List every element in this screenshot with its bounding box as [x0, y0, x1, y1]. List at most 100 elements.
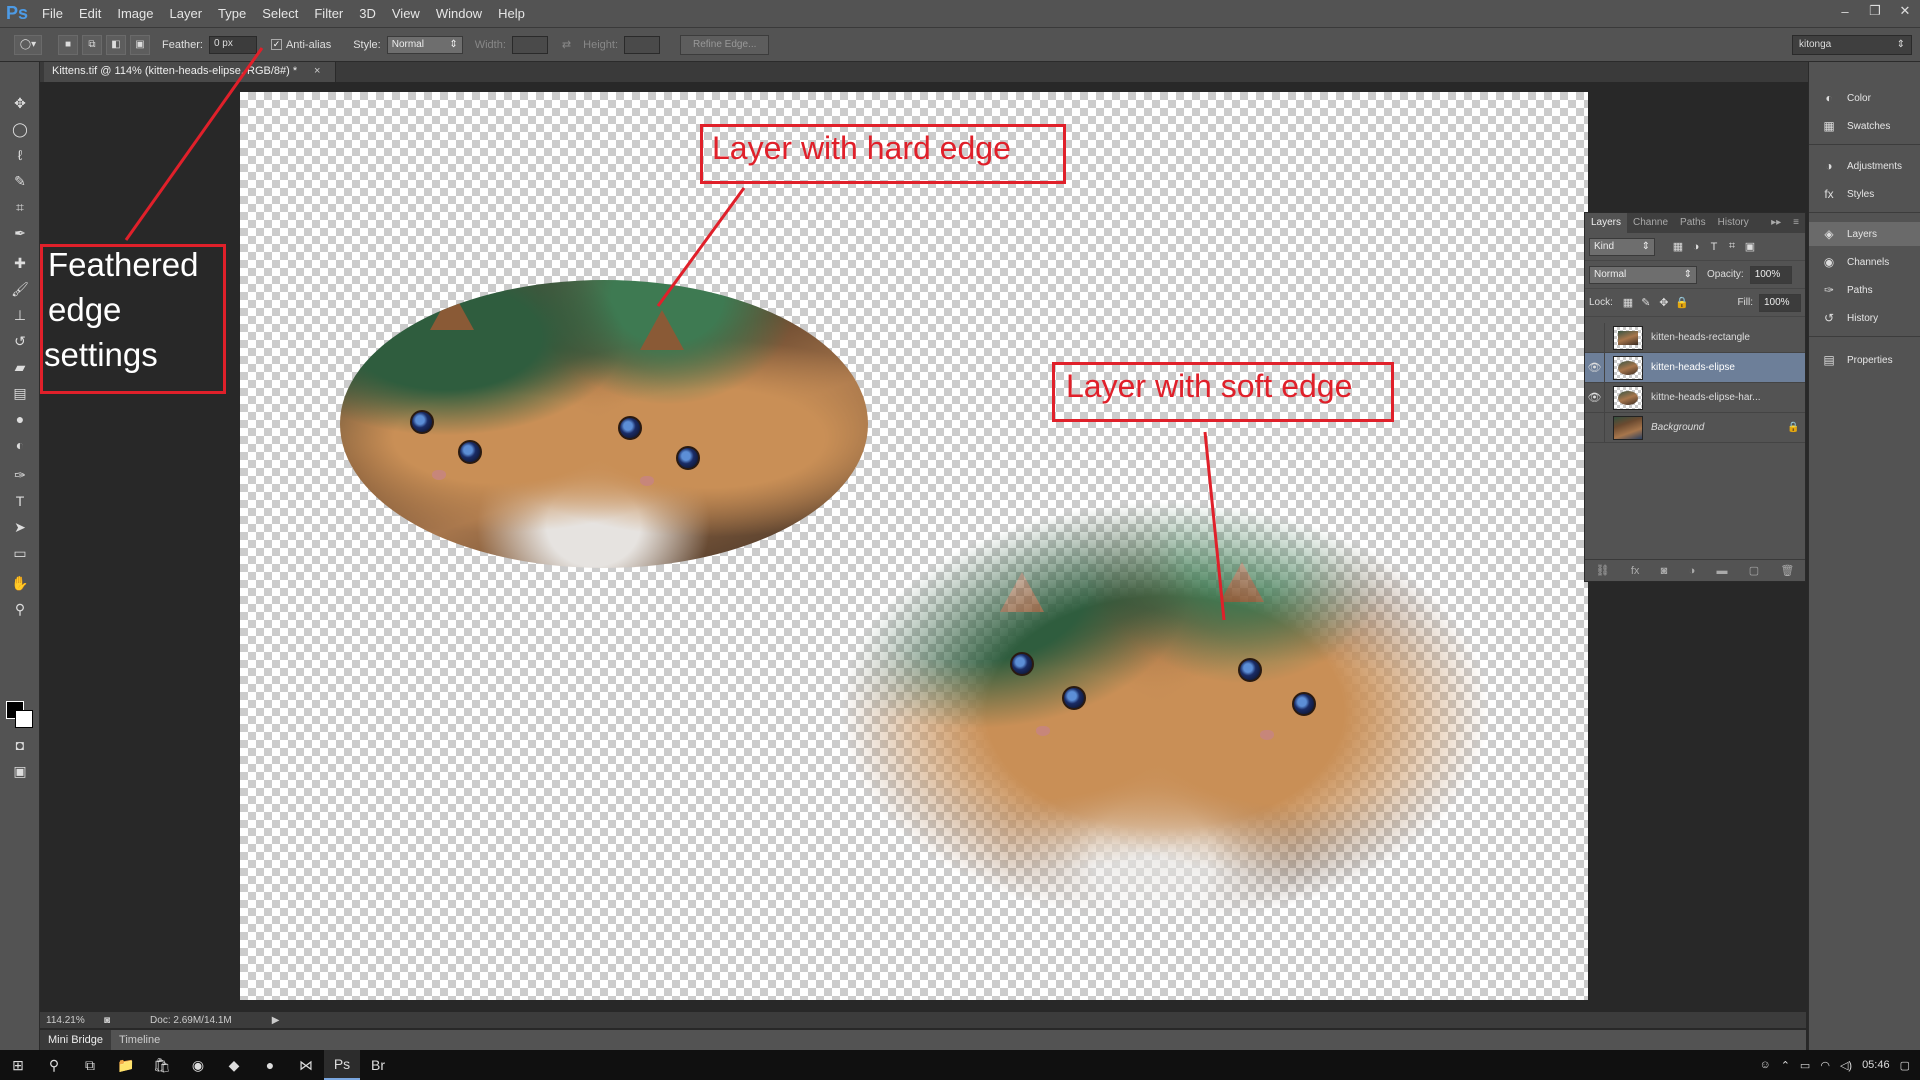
refine-edge-button[interactable]: Refine Edge... [680, 34, 770, 55]
layer-mask-icon[interactable]: ◙ [1661, 565, 1668, 577]
lock-transparency-icon[interactable]: ▦ [1619, 294, 1637, 312]
tab-layers[interactable]: Layers [1585, 213, 1628, 233]
adjustment-layer-icon[interactable]: ◑ [1689, 565, 1696, 577]
dock-layers[interactable]: ◈ Layers [1809, 222, 1920, 246]
type-filter-icon[interactable]: T [1705, 238, 1723, 256]
layer-row[interactable]: 👁 kitten-heads-elipse [1585, 352, 1805, 383]
chrome-icon[interactable]: ◉ [180, 1050, 216, 1080]
clock[interactable]: 05:46 [1862, 1059, 1890, 1071]
eraser-tool-icon[interactable]: ▰ [9, 356, 31, 378]
menu-filter[interactable]: Filter [306, 0, 351, 28]
tab-timeline[interactable]: Timeline [111, 1030, 168, 1050]
dock-paths[interactable]: ✑ Paths [1809, 278, 1920, 302]
brush-tool-icon[interactable]: 🖌 [9, 278, 31, 300]
close-window-button[interactable]: ✕ [1890, 0, 1920, 22]
blur-tool-icon[interactable]: ● [9, 408, 31, 430]
menu-edit[interactable]: Edit [71, 0, 109, 28]
opacity-input[interactable]: 100% [1749, 265, 1792, 284]
pixel-filter-icon[interactable]: ▦ [1669, 238, 1687, 256]
new-group-icon[interactable]: ▬ [1716, 565, 1727, 577]
dock-color[interactable]: ◐ Color [1809, 86, 1920, 110]
dock-styles[interactable]: fx Styles [1809, 182, 1920, 206]
intersect-selection-icon[interactable]: ▣ [130, 34, 150, 55]
show-hidden-icons-icon[interactable]: ⌃ [1781, 1059, 1790, 1072]
style-select[interactable]: Normal ⇕ [386, 35, 463, 54]
panel-collapse-icon[interactable]: ▸▸ [1765, 213, 1787, 233]
store-icon[interactable]: 🛍 [144, 1050, 180, 1080]
search-icon[interactable]: ⚲ [36, 1050, 72, 1080]
crop-tool-icon[interactable]: ⌗ [9, 196, 31, 218]
wifi-icon[interactable]: ◠ [1820, 1059, 1830, 1072]
workspace-select[interactable]: kitonga ⇕ [1792, 35, 1912, 55]
new-layer-icon[interactable]: ▢ [1749, 564, 1759, 577]
dock-history[interactable]: ↺ History [1809, 306, 1920, 330]
eyedropper-tool-icon[interactable]: ✒ [9, 222, 31, 244]
zoom-tool-icon[interactable]: ⚲ [9, 598, 31, 620]
tab-history[interactable]: History [1712, 213, 1755, 233]
add-selection-icon[interactable]: ⧉ [82, 34, 102, 55]
task-view-icon[interactable]: ⧉ [72, 1050, 108, 1080]
tab-mini-bridge[interactable]: Mini Bridge [40, 1030, 112, 1050]
elliptical-marquee-tool-icon[interactable]: ◯ [9, 118, 31, 140]
path-selection-tool-icon[interactable]: ➤ [9, 516, 31, 538]
zoom-level[interactable]: 114.21% [46, 1015, 94, 1026]
notifications-icon[interactable]: ▢ [1900, 1059, 1910, 1072]
lock-all-icon[interactable]: 🔒 [1673, 294, 1691, 312]
visibility-toggle[interactable] [1585, 322, 1605, 353]
width-input[interactable] [511, 35, 548, 54]
eye-icon[interactable]: 👁 [1585, 352, 1605, 383]
layer-style-icon[interactable]: fx [1631, 565, 1640, 577]
export-icon[interactable]: ◙ [104, 1015, 110, 1026]
app-purple-icon[interactable]: ● [252, 1050, 288, 1080]
start-icon[interactable]: ⊞ [0, 1050, 36, 1080]
new-selection-icon[interactable]: ■ [58, 34, 78, 55]
hand-tool-icon[interactable]: ✋ [9, 572, 31, 594]
layer-row[interactable]: 👁 kittne-heads-elipse-har... [1585, 382, 1805, 413]
menu-file[interactable]: File [34, 0, 71, 28]
lock-pixels-icon[interactable]: ✎ [1637, 294, 1655, 312]
photoshop-taskbar-icon[interactable]: Ps [324, 1050, 360, 1080]
antialias-checkbox[interactable]: ✓ Anti-alias [270, 39, 331, 51]
subtract-selection-icon[interactable]: ◧ [106, 34, 126, 55]
app-icon[interactable]: ◆ [216, 1050, 252, 1080]
history-brush-tool-icon[interactable]: ↺ [9, 330, 31, 352]
volume-icon[interactable]: ◁) [1840, 1059, 1852, 1072]
menu-select[interactable]: Select [254, 0, 306, 28]
hard-edge-kitten-layer[interactable] [340, 280, 868, 568]
feather-input[interactable]: 0 px [208, 35, 257, 54]
restore-button[interactable]: ❐ [1860, 0, 1890, 22]
move-tool-icon[interactable]: ✥ [9, 92, 31, 114]
eye-icon[interactable]: 👁 [1585, 382, 1605, 413]
dodge-tool-icon[interactable]: ◐ [9, 434, 31, 456]
bridge-icon[interactable]: Br [360, 1050, 396, 1080]
document-canvas[interactable] [240, 92, 1588, 1000]
menu-layer[interactable]: Layer [162, 0, 211, 28]
clone-stamp-tool-icon[interactable]: ⊥ [9, 304, 31, 326]
menu-window[interactable]: Window [428, 0, 490, 28]
dock-swatches[interactable]: ▦ Swatches [1809, 114, 1920, 138]
lock-position-icon[interactable]: ✥ [1655, 294, 1673, 312]
dock-channels[interactable]: ◉ Channels [1809, 250, 1920, 274]
tab-paths[interactable]: Paths [1674, 213, 1712, 233]
swap-dimensions-icon[interactable]: ⇄ [562, 38, 571, 51]
adjustment-filter-icon[interactable]: ◑ [1687, 238, 1705, 256]
background-color-swatch[interactable] [15, 710, 33, 728]
layer-row[interactable]: Background 🔒 [1585, 412, 1805, 443]
pen-tool-icon[interactable]: ✑ [9, 464, 31, 486]
menu-view[interactable]: View [384, 0, 428, 28]
menu-type[interactable]: Type [210, 0, 254, 28]
height-input[interactable] [624, 35, 660, 54]
file-explorer-icon[interactable]: 📁 [108, 1050, 144, 1080]
minimize-button[interactable]: ‒ [1830, 0, 1860, 22]
menu-3d[interactable]: 3D [351, 0, 384, 28]
kind-filter-select[interactable]: Kind ⇕ [1589, 237, 1655, 256]
document-tab[interactable]: Kittens.tif @ 114% (kitten-heads-elipse,… [44, 62, 336, 82]
smart-object-filter-icon[interactable]: ▣ [1741, 238, 1759, 256]
gradient-tool-icon[interactable]: ▤ [9, 382, 31, 404]
status-menu-arrow-icon[interactable]: ▶ [272, 1015, 280, 1026]
link-layers-icon[interactable]: ⛓ [1596, 564, 1610, 577]
close-tab-icon[interactable]: × [314, 65, 320, 77]
screen-mode-icon[interactable]: ▣ [9, 760, 31, 782]
delete-layer-icon[interactable]: 🗑 [1780, 564, 1794, 577]
soft-edge-kitten-layer[interactable] [840, 502, 1490, 922]
